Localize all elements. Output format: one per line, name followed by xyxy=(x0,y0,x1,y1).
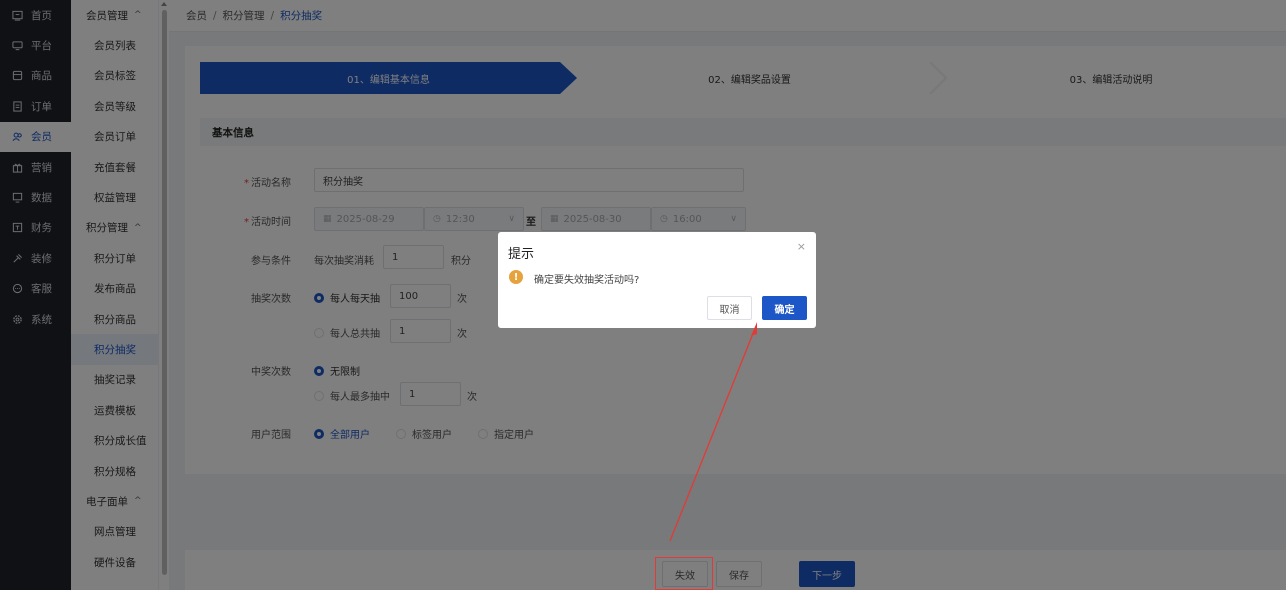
dialog-title: 提示 xyxy=(508,247,535,262)
annotation-highlight-box xyxy=(655,557,713,590)
cancel-button[interactable]: 取消 xyxy=(707,296,752,320)
dialog-message: 确定要失效抽奖活动吗? xyxy=(534,275,640,286)
warning-icon: ! xyxy=(509,270,523,284)
close-icon[interactable]: × xyxy=(797,240,806,253)
confirm-dialog: 提示 × ! 确定要失效抽奖活动吗? 取消 确定 xyxy=(498,232,816,328)
confirm-button[interactable]: 确定 xyxy=(762,296,807,320)
